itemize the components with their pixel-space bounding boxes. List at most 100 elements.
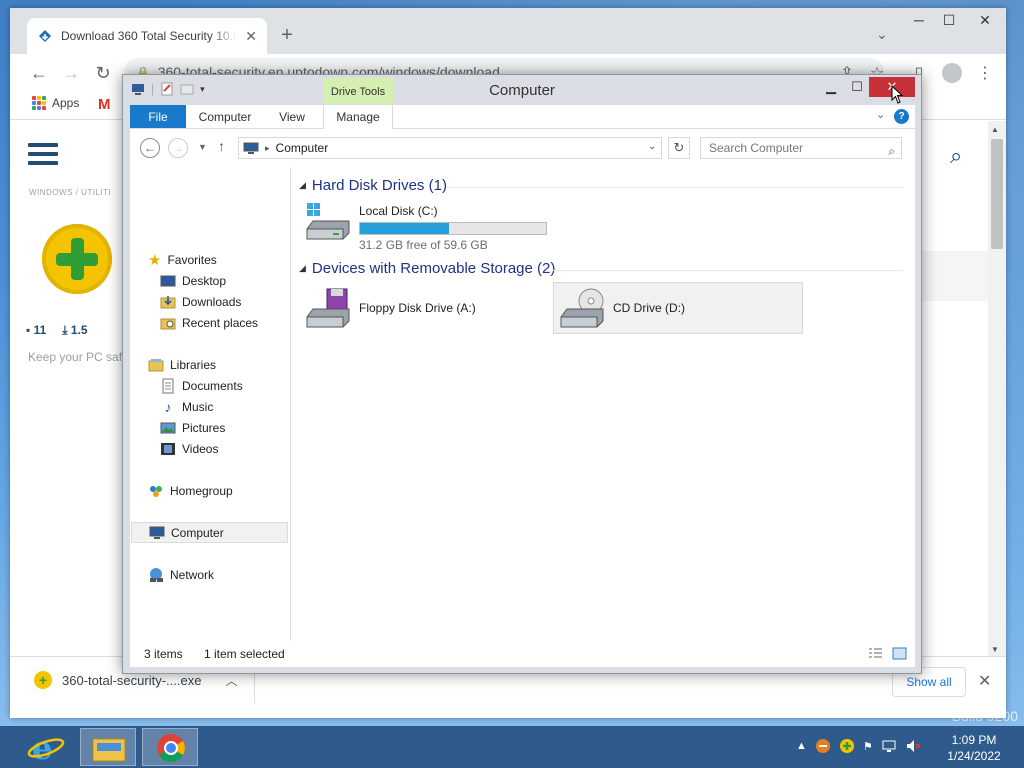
comments-stat[interactable]: ▪ 11 [26, 323, 46, 338]
drive-d[interactable]: CD Drive (D:) [559, 287, 685, 331]
apps-label: Apps [52, 96, 80, 110]
address-box[interactable]: ▸ Computer [238, 137, 662, 159]
nav-computer[interactable]: Computer [131, 522, 288, 543]
recent-locations-icon[interactable]: ▼ [198, 142, 207, 152]
up-one-level-icon[interactable]: ↑ [218, 138, 225, 154]
back-icon[interactable]: ← [140, 138, 160, 158]
chrome-taskbar-icon[interactable] [142, 728, 198, 766]
explorer-titlebar[interactable]: Computer | ▾ Drive Tools ▁ ☐ ✕ [123, 75, 921, 105]
installer-file-icon: + [34, 671, 52, 689]
explorer-minimize-icon[interactable]: ▁ [817, 79, 845, 95]
recent-places-icon [160, 318, 176, 329]
chrome-titlebar: Download 360 Total Security 10.8 ✕ + ⌄ ─… [10, 8, 1006, 54]
window-title: Computer [489, 82, 555, 99]
scroll-thumb[interactable] [991, 139, 1003, 249]
clock-time: 1:09 PM [951, 733, 997, 747]
quick-access-toolbar: | ▾ [131, 82, 205, 96]
refresh-icon[interactable]: ↻ [668, 137, 690, 159]
reload-icon[interactable]: ↻ [92, 62, 114, 84]
forward-arrow-icon[interactable]: → [60, 62, 82, 84]
menu-kebab-icon[interactable]: ⋮ [974, 63, 996, 83]
ribbon: File Computer View Manage ⌄ ? [130, 105, 915, 129]
expand-ribbon-icon[interactable]: ⌄ [876, 108, 885, 121]
item-count: 3 items [144, 647, 183, 661]
file-explorer-icon[interactable] [80, 728, 136, 766]
apps-grid-icon [32, 96, 46, 110]
tab-computer[interactable]: Computer [192, 105, 258, 128]
show-hidden-icons-icon[interactable]: ▲ [796, 740, 807, 752]
group-divider [447, 187, 903, 188]
security-tray-icon[interactable] [815, 738, 831, 754]
computer-icon [243, 142, 259, 154]
mouse-cursor-icon [891, 85, 904, 104]
nav-libraries[interactable]: Libraries [148, 354, 306, 375]
gmail-bookmark-icon[interactable]: M [98, 96, 111, 113]
network-icon [150, 567, 163, 582]
360-tray-icon[interactable] [839, 738, 855, 754]
clock[interactable]: 1:09 PM 1/24/2022 [938, 732, 1010, 764]
tab-file[interactable]: File [130, 105, 186, 128]
scroll-down-icon[interactable]: ▼ [991, 645, 999, 654]
search-icon: ⌕ [888, 144, 895, 158]
360-app-logo [42, 224, 112, 294]
close-download-bar-icon[interactable]: ✕ [978, 671, 991, 691]
drive-c-name: Local Disk (C:) [359, 204, 438, 218]
address-text: Computer [275, 141, 329, 155]
homegroup-icon [150, 485, 162, 497]
new-tab-button[interactable]: + [276, 24, 298, 46]
drive-c-capacity-bar [359, 222, 547, 235]
properties-icon[interactable] [160, 82, 174, 96]
chrome-close-icon[interactable]: ✕ [970, 12, 1000, 29]
back-arrow-icon[interactable]: ← [28, 62, 50, 84]
action-center-flag-icon[interactable]: ⚑ [863, 740, 873, 753]
nav-homegroup[interactable]: Homegroup [148, 480, 306, 501]
explorer-window: Computer | ▾ Drive Tools ▁ ☐ ✕ File Comp… [122, 74, 922, 674]
group-header-hard-disks[interactable]: ◢ Hard Disk Drives (1) [299, 177, 447, 194]
drive-c[interactable]: Local Disk (C:) 31.2 GB free of 59.6 GB [305, 199, 547, 252]
internet-explorer-icon[interactable]: e [18, 728, 74, 767]
qat-dropdown-icon[interactable]: ▾ [200, 84, 205, 95]
new-folder-icon[interactable] [180, 82, 194, 96]
profile-avatar[interactable] [942, 63, 962, 83]
tab-search-chevron-icon[interactable]: ⌄ [876, 26, 888, 43]
drive-d-name: CD Drive (D:) [613, 301, 685, 315]
downloads-stat: ⤓ 1.5 [62, 323, 88, 337]
page-search-icon[interactable]: ⌕ [950, 143, 962, 169]
computer-icon[interactable] [131, 82, 145, 96]
chrome-minimize-icon[interactable]: ─ [904, 12, 934, 28]
scroll-up-icon[interactable]: ▲ [991, 125, 999, 134]
clock-date: 1/24/2022 [947, 749, 1001, 763]
pictures-icon [160, 422, 176, 433]
collapse-group-icon[interactable]: ◢ [299, 263, 306, 274]
address-dropdown-icon[interactable]: ⌄ [648, 141, 656, 152]
large-icons-view-icon[interactable] [892, 647, 907, 660]
drive-a-name: Floppy Disk Drive (A:) [359, 301, 476, 315]
tab-view[interactable]: View [264, 105, 320, 128]
search-input[interactable]: Search Computer ⌕ [700, 137, 902, 159]
chevron-up-icon[interactable]: ︿ [225, 672, 237, 689]
browser-tab[interactable]: Download 360 Total Security 10.8 ✕ [27, 18, 267, 54]
videos-icon [161, 442, 175, 455]
tab-manage[interactable]: Manage [323, 105, 393, 129]
apps-bookmark[interactable]: Apps [32, 96, 79, 110]
collapse-group-icon[interactable]: ◢ [299, 180, 306, 191]
star-icon: ★ [148, 251, 162, 269]
breadcrumb[interactable]: WINDOWS / UTILITI [29, 188, 111, 197]
volume-muted-icon[interactable] [905, 738, 921, 754]
music-note-icon: ♪ [164, 398, 172, 415]
details-view-icon[interactable] [868, 647, 883, 660]
chrome-maximize-icon[interactable]: ☐ [934, 12, 964, 29]
nav-network[interactable]: Network [148, 564, 306, 585]
breadcrumb-separator-icon: ▸ [265, 142, 270, 153]
explorer-maximize-icon[interactable]: ☐ [843, 79, 871, 95]
hamburger-menu-icon[interactable] [28, 143, 58, 170]
forward-icon[interactable]: → [168, 138, 188, 158]
documents-icon [162, 378, 174, 393]
help-icon[interactable]: ? [894, 109, 909, 124]
nav-favorites[interactable]: ★ Favorites [148, 249, 306, 270]
group-header-removable[interactable]: ◢ Devices with Removable Storage (2) [299, 260, 555, 277]
drive-a[interactable]: Floppy Disk Drive (A:) [305, 287, 476, 331]
tab-close-icon[interactable]: ✕ [245, 28, 257, 45]
network-tray-icon[interactable] [881, 738, 897, 754]
status-bar: 3 items 1 item selected [130, 641, 915, 667]
